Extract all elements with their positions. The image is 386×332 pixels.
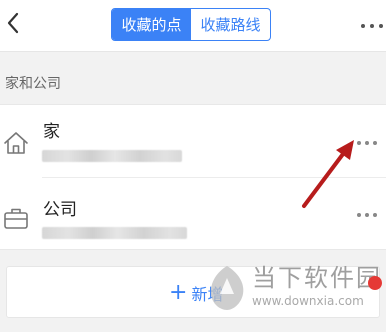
blurred-address xyxy=(42,150,182,162)
chevron-left-icon xyxy=(7,12,19,34)
blurred-address xyxy=(42,227,187,239)
tab-favorite-routes[interactable]: 收藏路线 xyxy=(191,9,270,40)
list-item-title: 家 xyxy=(43,122,60,142)
more-dot xyxy=(361,24,365,28)
more-dot xyxy=(379,24,383,28)
tab-favorite-points[interactable]: 收藏的点 xyxy=(112,9,191,40)
section-label: 家和公司 xyxy=(5,76,61,92)
watermark-logo xyxy=(210,266,244,310)
plus-icon: + xyxy=(169,280,188,305)
item-more-button[interactable] xyxy=(357,140,377,146)
item-more-button[interactable] xyxy=(357,212,377,218)
more-options-button[interactable] xyxy=(361,22,383,30)
more-dot xyxy=(373,141,377,145)
more-dot xyxy=(357,213,361,217)
registered-mark xyxy=(368,276,382,290)
briefcase-icon xyxy=(4,208,28,229)
top-bar: 收藏的点 收藏路线 xyxy=(0,0,386,52)
list-item-title: 公司 xyxy=(43,200,77,220)
more-dot xyxy=(373,213,377,217)
watermark-name: 当下软件园 xyxy=(252,264,382,292)
more-dot xyxy=(370,24,374,28)
more-dot xyxy=(365,141,369,145)
more-dot xyxy=(365,213,369,217)
back-button[interactable] xyxy=(2,9,24,37)
home-icon xyxy=(4,132,28,154)
favorites-segmented-control: 收藏的点 收藏路线 xyxy=(111,8,271,41)
watermark-url: www.downxia.com xyxy=(252,294,364,308)
red-arrow-annotation xyxy=(302,140,354,208)
